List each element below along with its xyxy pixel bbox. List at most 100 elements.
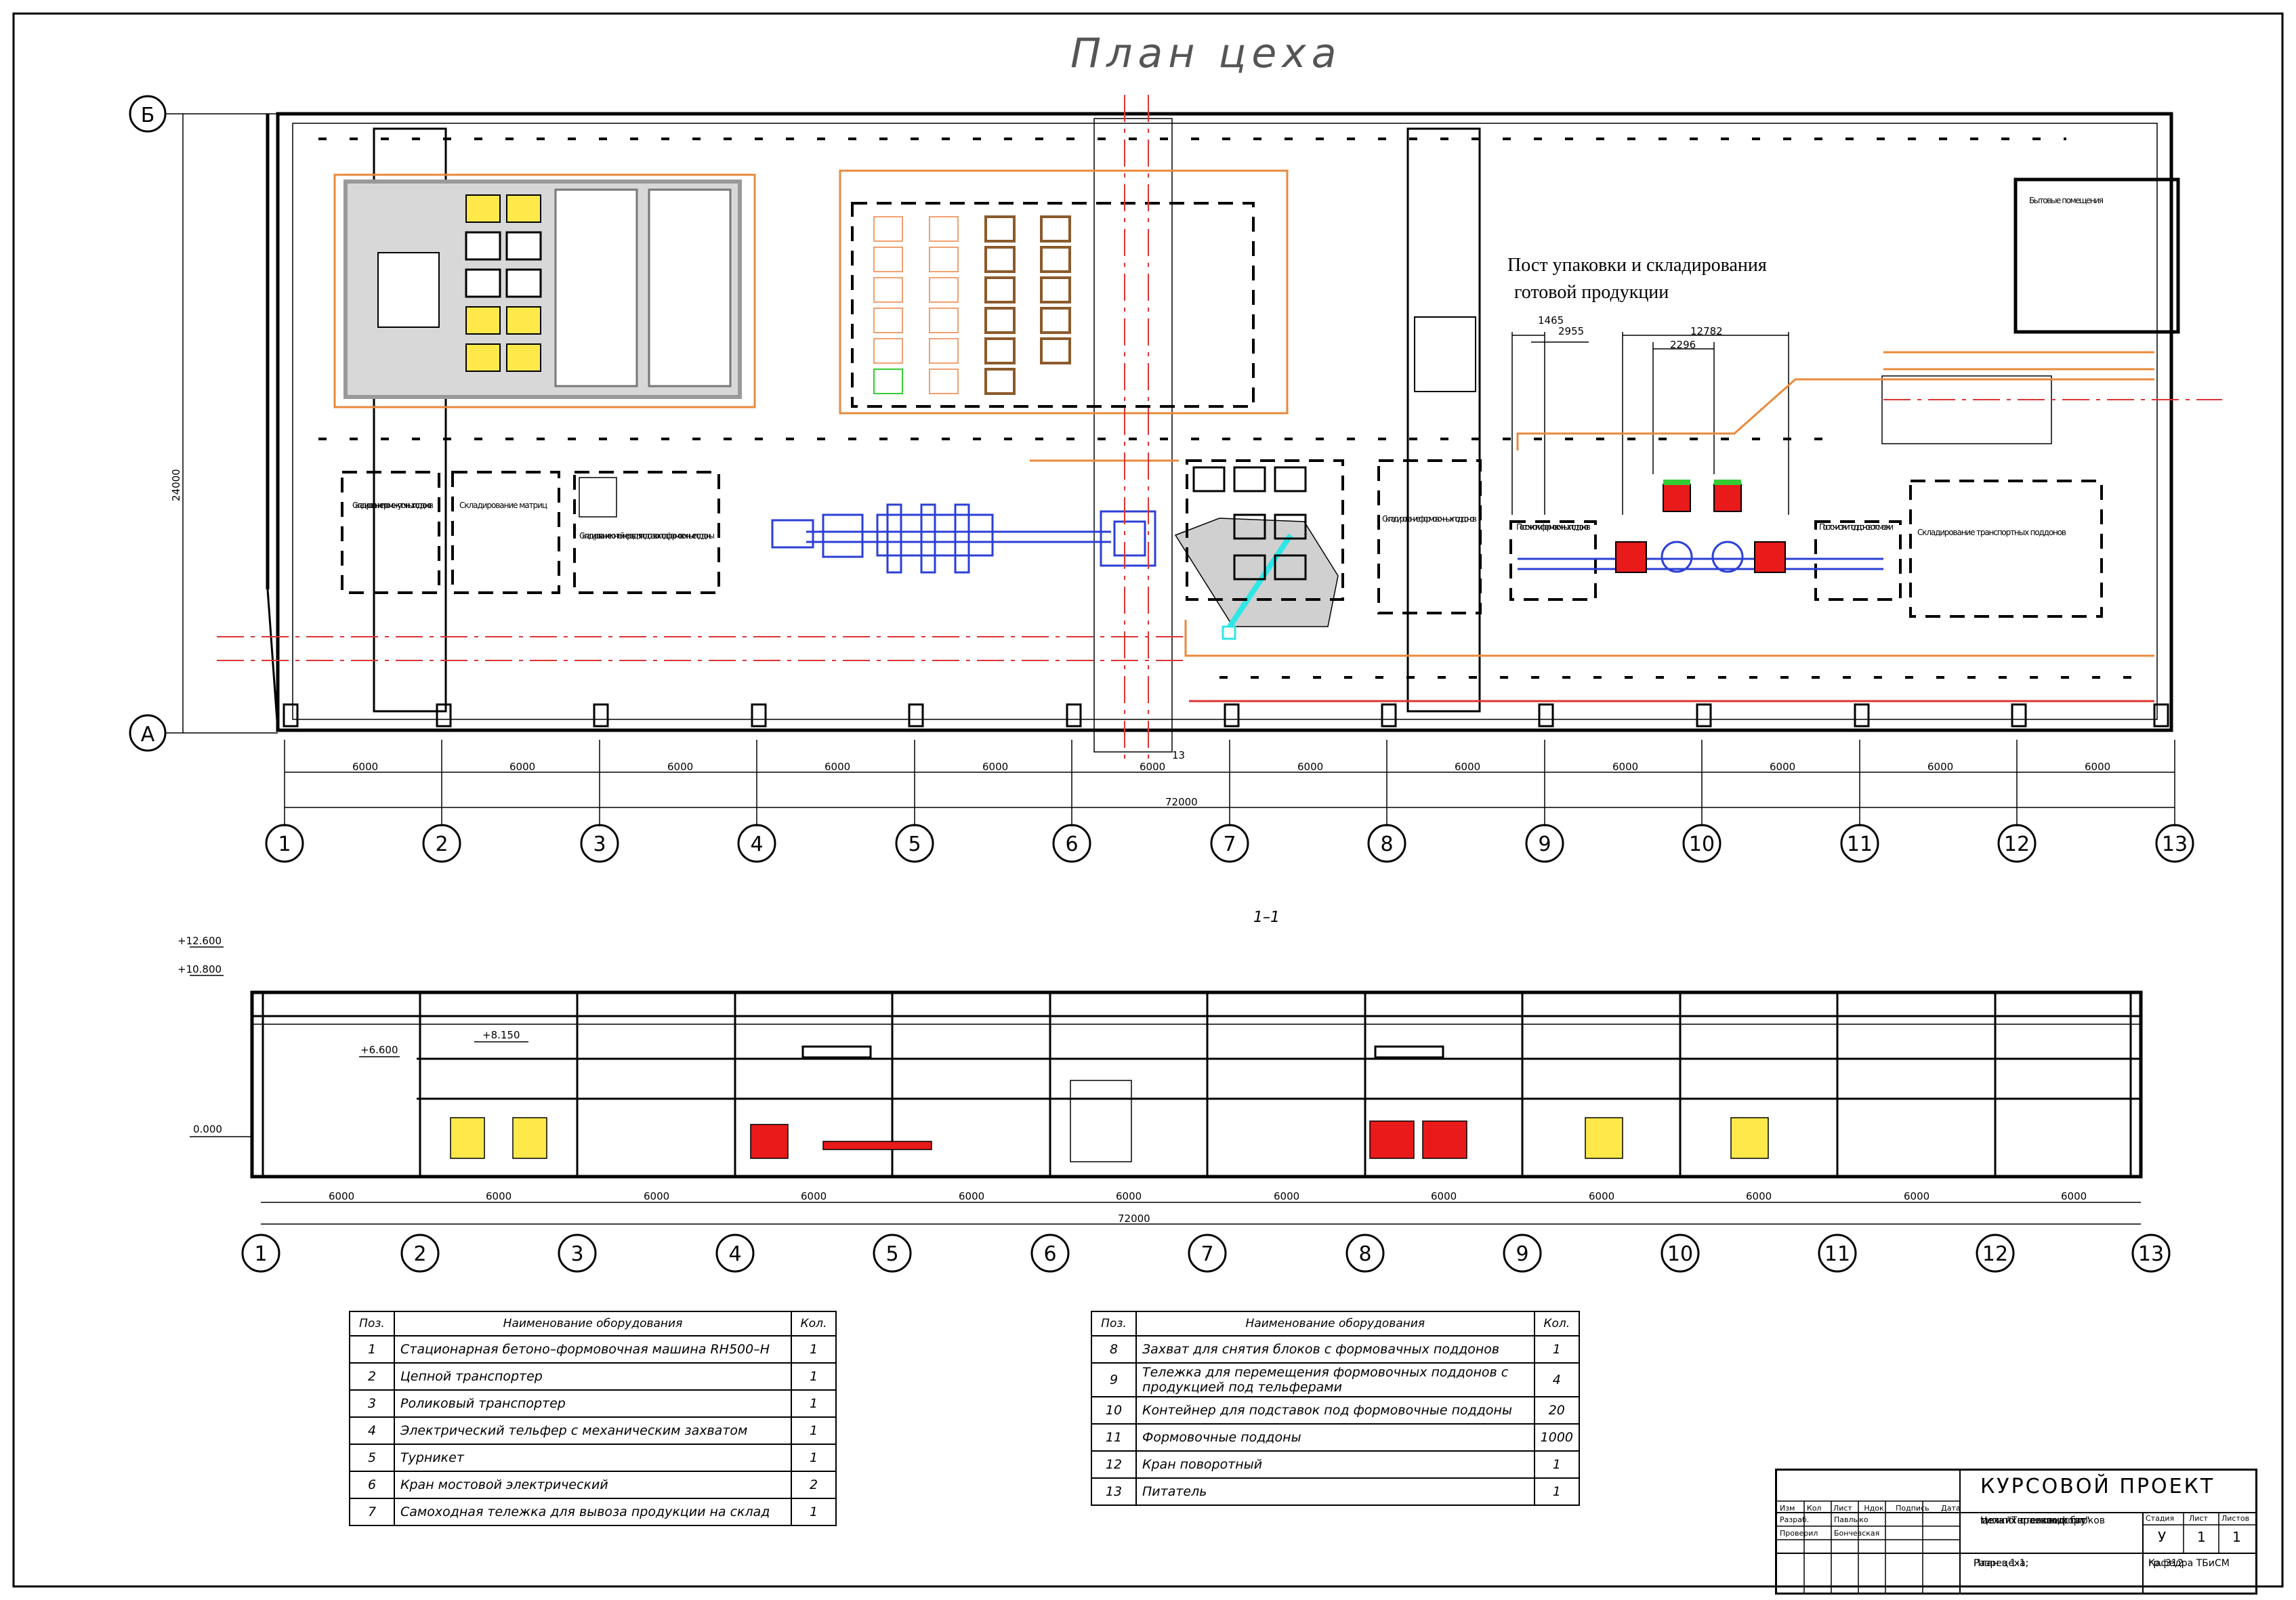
table-row: 9 Тележка для перемещения формовочных под… <box>1091 1362 1581 1397</box>
stamp-r2-b: Бончевская <box>1834 1529 1880 1538</box>
cell-pos: 2 <box>349 1362 395 1391</box>
sec-span-1: 6000 <box>329 1190 354 1202</box>
plan-view <box>129 95 2222 826</box>
zone-4-label: Складирование формовочных поддонов <box>1382 514 1477 524</box>
cell-name: Кран поворотный <box>1135 1450 1535 1479</box>
sec-axis-9: 9 <box>1516 1242 1528 1266</box>
cell-name: Формовочные поддоны <box>1135 1423 1535 1452</box>
cell-qty: 1 <box>791 1444 837 1472</box>
level-10800: +10.800 <box>178 963 222 975</box>
cell-pos: 10 <box>1091 1396 1137 1425</box>
stage-h-2: Лист <box>2189 1514 2208 1523</box>
cell-pos: 13 <box>1091 1477 1137 1506</box>
stamp-cols: Изм Кол Лист Ндок Подпись Дата <box>1780 1504 1961 1513</box>
col-data: Дата <box>1941 1504 1961 1513</box>
plan-span-5: 6000 <box>982 761 1008 773</box>
stamp-r2-a: Проверил <box>1780 1529 1818 1538</box>
dept-line-2: гр. 312 <box>2148 1558 2184 1569</box>
dim-2955: 2955 <box>1558 325 1584 337</box>
plan-axis-ticks <box>284 740 2175 826</box>
sec-span-5: 6000 <box>959 1190 984 1202</box>
plan-span-1: 6000 <box>352 761 378 773</box>
zone-7-label: Пост очистки формовочных поддонов <box>1516 522 1591 532</box>
cell-qty: 1000 <box>1533 1423 1581 1452</box>
plan-span-9: 6000 <box>1612 761 1638 773</box>
cell-name: Контейнер для подставок под формовочные … <box>1135 1396 1535 1425</box>
title-block: КУРСОВОЙ ПРОЕКТ Изм Кол Лист Ндок Подпис… <box>1775 1469 2257 1595</box>
post-label: Пост упаковки и складирования готовой пр… <box>1507 252 1767 306</box>
zone-2-label: Складирование матриц <box>459 501 547 510</box>
cell-pos: 1 <box>349 1335 395 1364</box>
stage-h-3: Листов <box>2221 1514 2250 1523</box>
stage-v-1: У <box>2158 1529 2167 1545</box>
sec-axis-4: 4 <box>728 1242 741 1266</box>
sec-axis-11: 11 <box>1824 1242 1850 1266</box>
cell-qty: 20 <box>1533 1396 1581 1425</box>
plan-span-8: 6000 <box>1455 761 1480 773</box>
cell-pos: 11 <box>1091 1423 1137 1452</box>
sec-span-4: 6000 <box>801 1190 827 1202</box>
crane-2 <box>1406 127 1481 713</box>
sec-total: 72000 <box>1118 1213 1150 1225</box>
sec-axis-5: 5 <box>885 1242 898 1266</box>
section-axis-circles: 1 2 3 4 5 6 7 8 9 10 11 12 13 <box>241 1234 2171 1273</box>
sheet-line-2: Разрез 1-1; <box>1974 1558 2029 1569</box>
row-axis-a: А <box>141 723 155 746</box>
level-6600: +6.600 <box>360 1044 398 1056</box>
cell-qty: 1 <box>1533 1477 1581 1506</box>
sec-span-2: 6000 <box>486 1190 512 1202</box>
sec-span-12: 6000 <box>2061 1190 2087 1202</box>
plan-axis-12: 12 <box>2004 833 2030 856</box>
col-ndok: Ндок <box>1864 1504 1884 1513</box>
cell-name: Самоходная тележка для вывоза продукции … <box>394 1498 792 1526</box>
sec-axis-10: 10 <box>1667 1242 1693 1266</box>
post-label-line-1: Пост упаковки и складирования <box>1507 255 1767 276</box>
cell-name: Электрический тельфер с механическим зах… <box>394 1416 792 1445</box>
plan-axis-5: 5 <box>908 833 921 856</box>
zone-8-label: Пост очистки поддонов от смазки <box>1819 522 1894 532</box>
sec-span-9: 6000 <box>1589 1190 1614 1202</box>
col-list: Лист <box>1833 1504 1852 1513</box>
stamp-r1-a: Разраб. <box>1780 1515 1810 1524</box>
table-row: 12 Кран поворотный 1 <box>1091 1450 1581 1479</box>
plan-height: 24000 <box>170 469 182 501</box>
table-row: 8 Захват для снятия блоков с формовачных … <box>1091 1335 1581 1364</box>
sec-span-6: 6000 <box>1116 1190 1142 1202</box>
cell-pos: 3 <box>349 1389 395 1418</box>
zone-3-label: Складирование контейнеров для подставок … <box>579 531 715 541</box>
plan-axis-9: 9 <box>1538 833 1551 856</box>
table-row: 13 Питатель 1 <box>1091 1477 1581 1506</box>
cell-name: Роликовый транспортер <box>394 1389 792 1418</box>
zone-5-label: Складирование транспортных поддонов <box>1917 528 2066 537</box>
cell-qty: 1 <box>791 1416 837 1445</box>
sec-axis-2: 2 <box>413 1242 426 1266</box>
sec-span-8: 6000 <box>1431 1190 1457 1202</box>
table-row: 1 Стационарная бетоно–формовочная машина … <box>349 1335 837 1364</box>
cell-qty: 1 <box>791 1389 837 1418</box>
project-title: КУРСОВОЙ ПРОЕКТ <box>1980 1475 2215 1498</box>
cell-name: Захват для снятия блоков с формовачных п… <box>1135 1335 1535 1364</box>
cell-qty: 4 <box>1533 1362 1581 1397</box>
desc-line-3: типа "Теплокомфорт" <box>1980 1515 2090 1526</box>
cell-pos: 9 <box>1091 1362 1137 1397</box>
sec-axis-12: 12 <box>1982 1242 2008 1266</box>
cell-name: Питатель <box>1135 1477 1535 1506</box>
plan-axis-2: 2 <box>435 833 448 856</box>
level-12600: +12.600 <box>178 935 222 947</box>
cell-qty: 1 <box>1533 1335 1581 1364</box>
section-products <box>450 1117 1769 1159</box>
cell-pos: 8 <box>1091 1335 1137 1364</box>
cell-pos: 4 <box>349 1416 395 1445</box>
table-row: 6 Кран мостовой электрический 2 <box>349 1471 837 1499</box>
sec-axis-13: 13 <box>2138 1242 2164 1266</box>
sec-span-3: 6000 <box>644 1190 669 1202</box>
cell-name: Стационарная бетоно–формовочная машина R… <box>394 1335 792 1364</box>
table-row: 7 Самоходная тележка для вывоза продукции… <box>349 1498 837 1526</box>
plan-total: 72000 <box>1165 796 1198 808</box>
plan-columns <box>283 703 2169 728</box>
cell-pos: 12 <box>1091 1450 1137 1479</box>
plan-span-6: 6000 <box>1140 761 1165 773</box>
plan-span-12: 6000 <box>2085 761 2110 773</box>
level-8150: +8.150 <box>482 1029 520 1041</box>
equipment-table-right: Поз. Наименование оборудования Кол. 8 Зах… <box>1091 1311 1581 1506</box>
